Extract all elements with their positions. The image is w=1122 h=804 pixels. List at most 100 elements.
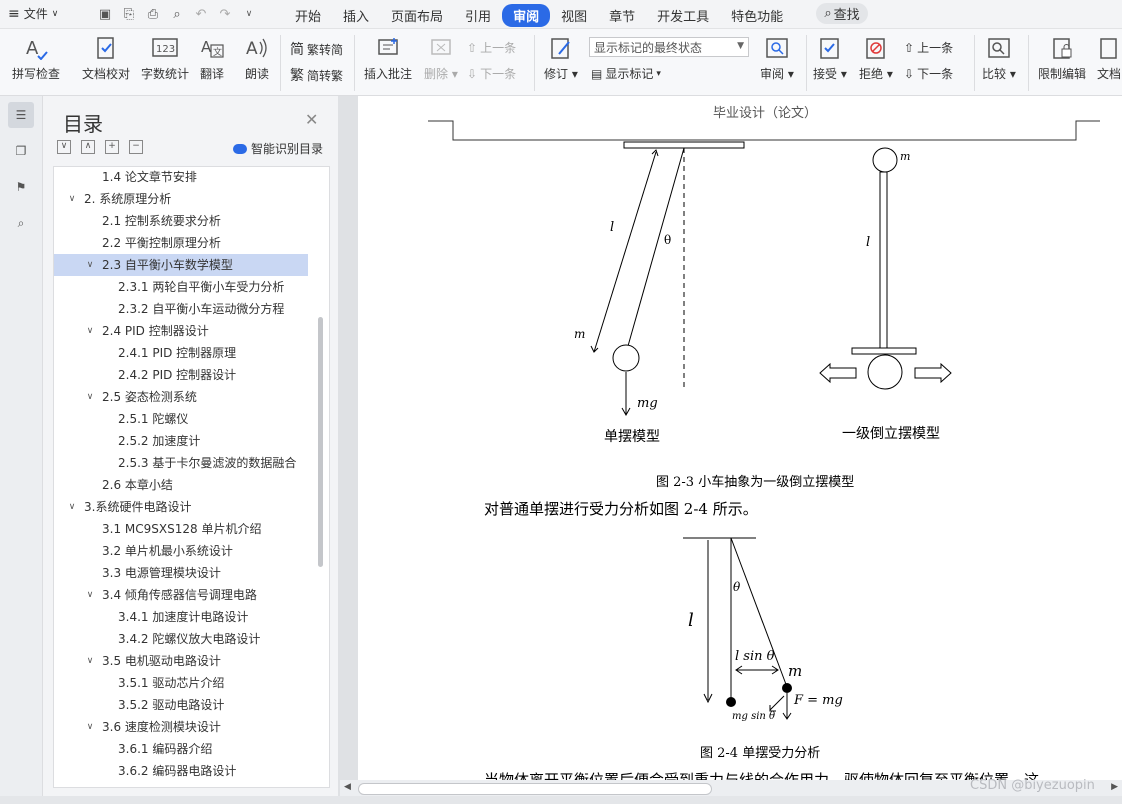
undo-icon[interactable]: ↶ [192,5,210,23]
toc-item[interactable]: ∨ 3.6 速度检测模块设计 [54,716,308,738]
file-menu[interactable]: ≡ 文件 ∨ [8,5,58,22]
delete-comment-button[interactable]: 删除 ▾ [424,35,458,82]
expand-all-icon[interactable]: ∧ [81,140,95,154]
close-icon[interactable]: ✕ [305,110,318,129]
accept-button[interactable]: 接受 ▾ [813,35,847,82]
scrollbar-thumb[interactable] [358,783,712,795]
toc-item[interactable]: 3.4.1 加速度计电路设计 [54,606,308,628]
divider [974,35,975,91]
document-page[interactable]: 毕业设计（论文） l θ m mg 单摆模型 m l 一级倒立摆模型 图 2-3… [358,96,1122,786]
smart-toc-button[interactable]: 智能识别目录 [233,140,323,157]
toc-item[interactable]: 2.4.1 PID 控制器原理 [54,342,308,364]
search-label: 查找 [833,8,860,23]
toc-item[interactable]: 3.3 电源管理模块设计 [54,562,308,584]
toc-item[interactable]: 3.2 单片机最小系统设计 [54,540,308,562]
toc-item[interactable]: 2.5.3 基于卡尔曼滤波的数据融合 [54,452,308,474]
next-comment-button[interactable]: ⇩ 下一条 [467,65,516,82]
scroll-right-icon[interactable]: ▶ [1111,782,1118,792]
toc-item[interactable]: 3.5.1 驱动芯片介绍 [54,672,308,694]
review-pane-button[interactable]: 审阅 ▾ [760,35,794,82]
toc-item[interactable]: 2.5.1 陀螺仪 [54,408,308,430]
chevron-down-icon[interactable]: ∨ [84,716,96,738]
accept-icon [817,35,843,61]
toc-item[interactable]: ∨ 2. 系统原理分析 [54,188,308,210]
tab-sections[interactable]: 章节 [598,4,646,27]
toc-item[interactable]: 1.4 论文章节安排 [54,167,308,188]
header-rule [428,120,1100,141]
insert-comment-button[interactable]: 插入批注 [364,35,412,82]
next-change-icon: ⇩ [904,66,915,81]
toc-item[interactable]: 3.1 MC9SXS128 单片机介绍 [54,518,308,540]
toc-scrollbar[interactable] [318,317,323,567]
chevron-down-icon[interactable]: ∨ [66,496,78,518]
toc-item[interactable]: 3.4.2 陀螺仪放大电路设计 [54,628,308,650]
chapter-nav-icon[interactable]: ❐ [8,138,34,164]
toc-item[interactable]: ∨ 2.5 姿态检测系统 [54,386,308,408]
restrict-edit-button[interactable]: 限制编辑 [1038,35,1086,82]
toc-item[interactable]: 2.4.2 PID 控制器设计 [54,364,308,386]
simp-to-trad-button[interactable]: 繁 简转繁 [290,65,343,85]
toc-item[interactable]: ∨ 3.4 倾角传感器信号调理电路 [54,584,308,606]
chevron-down-icon[interactable]: ∨ [84,320,96,342]
show-markup-icon: ▤ [591,66,603,81]
reject-button[interactable]: 拒绝 ▾ [859,35,893,82]
output-pdf-icon[interactable]: ⎘ [120,5,138,23]
show-markup-button[interactable]: ▤ 显示标记 ▾ [591,65,661,82]
toc-icon[interactable]: ☰ [8,102,34,128]
toc-item[interactable]: 2.3.1 两轮自平衡小车受力分析 [54,276,308,298]
toc-item[interactable]: 2.3.2 自平衡小车运动微分方程 [54,298,308,320]
chevron-down-icon[interactable]: ∨ [84,650,96,672]
add-heading-icon[interactable]: + [105,140,119,154]
tab-review[interactable]: 审阅 [502,4,551,27]
tab-features[interactable]: 特色功能 [720,4,794,27]
doc-proof-button[interactable]: 文档校对 [82,35,130,82]
doc-permission-button[interactable]: 文档 [1096,35,1122,82]
trad-to-simp-button[interactable]: 简 繁转简 [290,39,343,59]
prev-change-button[interactable]: ⇧ 上一条 [904,39,953,56]
toc-item[interactable]: ∨ 2.4 PID 控制器设计 [54,320,308,342]
toc-item-label: 3.6.2 编码器电路设计 [118,764,237,778]
read-aloud-button[interactable]: A 朗读 [244,35,270,82]
toc-item[interactable]: 3.6.2 编码器电路设计 [54,760,308,782]
chevron-down-icon[interactable]: ∨ [84,386,96,408]
search-icon[interactable]: ⌕ [8,210,34,236]
toc-item[interactable]: ∨ 3.5 电机驱动电路设计 [54,650,308,672]
customize-chevron-icon[interactable]: ∨ [240,5,258,23]
tab-references[interactable]: 引用 [454,4,502,27]
word-count-button[interactable]: 123 字数统计 [141,35,189,82]
compare-button[interactable]: 比较 ▾ [982,35,1016,82]
chevron-down-icon[interactable]: ∨ [66,188,78,210]
tab-developer[interactable]: 开发工具 [646,4,720,27]
translate-button[interactable]: A文 翻译 [199,35,225,82]
print-preview-icon[interactable]: ⌕ [168,5,186,23]
toc-item[interactable]: 3.5.2 驱动电路设计 [54,694,308,716]
toc-item[interactable]: 3.6.1 编码器介绍 [54,738,308,760]
spell-check-button[interactable]: A 拼写检查 [12,35,60,82]
toc-item[interactable]: ∨ 2.3 自平衡小车数学模型 [54,254,308,276]
toc-item[interactable]: ∨ 3.系统硬件电路设计 [54,496,308,518]
bookmark-icon[interactable]: ⚑ [8,174,34,200]
tab-insert[interactable]: 插入 [332,4,380,27]
print-icon[interactable]: ⎙ [144,5,162,23]
scroll-left-icon[interactable]: ◀ [344,782,351,792]
toc-item[interactable]: 2.2 平衡控制原理分析 [54,232,308,254]
tab-home[interactable]: 开始 [284,4,332,27]
toc-item[interactable]: 2.5.2 加速度计 [54,430,308,452]
chevron-down-icon[interactable]: ∨ [84,254,96,276]
remove-heading-icon[interactable]: − [129,140,143,154]
revise-button[interactable]: 修订 ▾ [544,35,578,82]
markup-state-select[interactable]: 显示标记的最终状态 ▼ [589,37,749,57]
save-icon[interactable]: ▣ [96,5,114,23]
prev-change-label: 上一条 [917,41,954,55]
toc-item-label: 2.5.3 基于卡尔曼滤波的数据融合 [118,456,297,470]
toc-item[interactable]: 2.6 本章小结 [54,474,308,496]
toc-item[interactable]: 2.1 控制系统要求分析 [54,210,308,232]
tab-page-layout[interactable]: 页面布局 [380,4,454,27]
collapse-all-icon[interactable]: ∨ [57,140,71,154]
tab-view[interactable]: 视图 [550,4,598,27]
next-change-button[interactable]: ⇩ 下一条 [904,65,953,82]
prev-comment-button[interactable]: ⇧ 上一条 [467,39,516,56]
search-button[interactable]: ⌕ 查找 [816,3,868,24]
redo-icon[interactable]: ↷ [216,5,234,23]
chevron-down-icon[interactable]: ∨ [84,584,96,606]
